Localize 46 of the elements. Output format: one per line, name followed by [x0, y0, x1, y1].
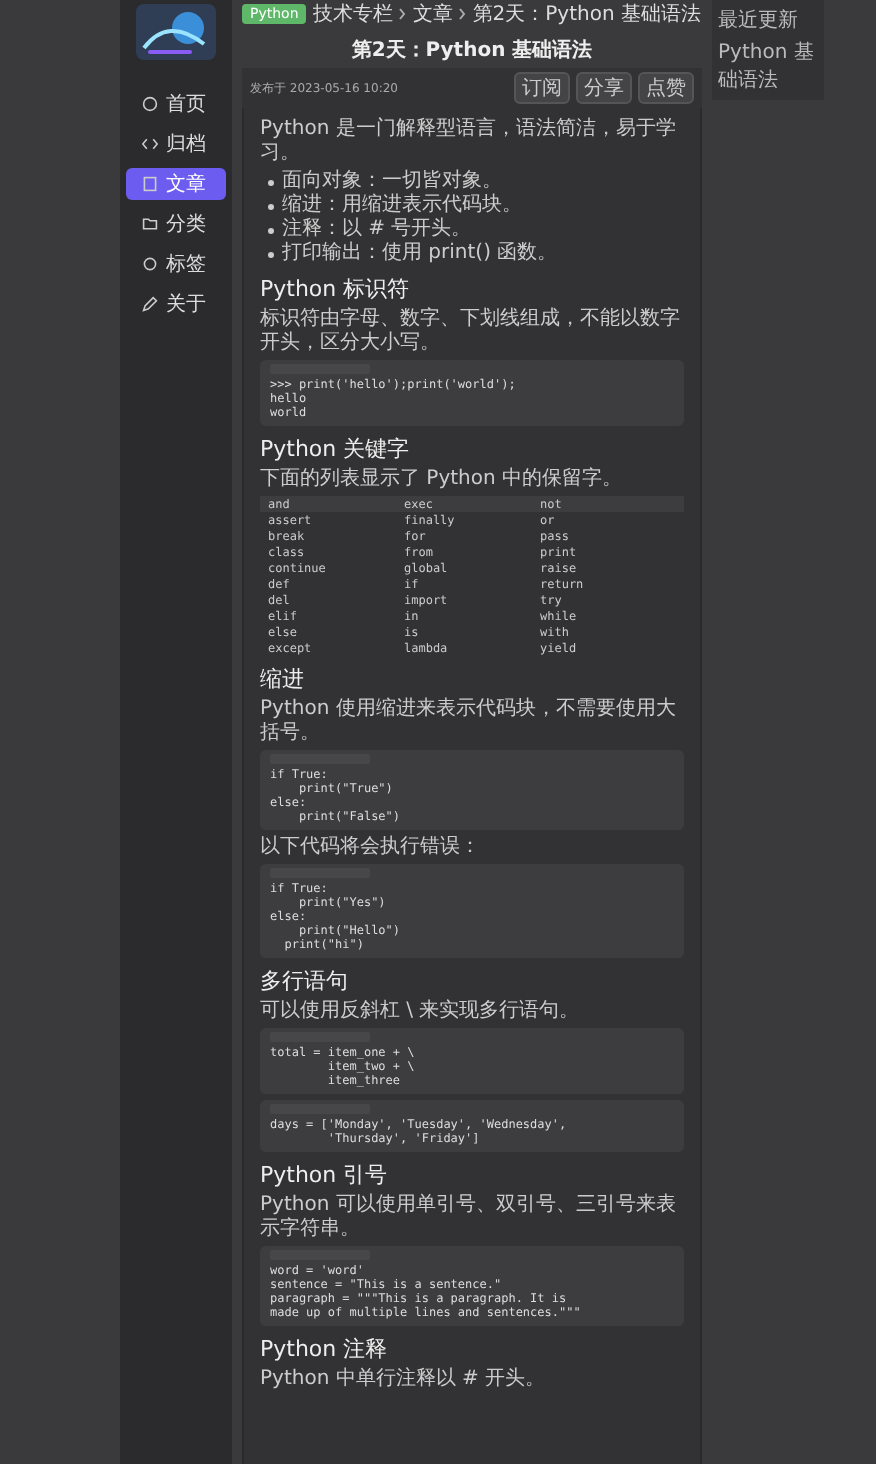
paragraph: 以下代码将会执行错误： — [260, 836, 482, 860]
section-heading: Python 标识符 — [260, 274, 412, 304]
nav-item[interactable]: 首页 — [126, 88, 226, 120]
action-button[interactable]: 点赞 — [638, 72, 694, 104]
bullet-icon — [268, 179, 274, 185]
logo-icon — [136, 4, 216, 60]
separator-icon — [398, 8, 407, 20]
list-item: 缩进：用缩进表示代码块。 — [282, 194, 522, 217]
nav-item[interactable]: 关于 — [126, 288, 226, 320]
nav-icon — [142, 216, 158, 232]
section-heading: Python 关键字 — [260, 434, 412, 464]
paragraph: Python 可以使用单引号、双引号、三引号来表示字符串。 — [260, 1194, 678, 1242]
section-heading: 缩进 — [260, 664, 306, 694]
list-item: 注释：以 # 号开头。 — [282, 218, 472, 241]
paragraph: 下面的列表显示了 Python 中的保留字。 — [260, 468, 625, 492]
breadcrumb-link[interactable]: 第2天：Python 基础语法 — [472, 0, 701, 28]
nav-icon — [142, 296, 158, 312]
section-heading: 多行语句 — [260, 966, 350, 996]
list-item: 面向对象：一切皆对象。 — [282, 170, 502, 193]
bullet-icon — [268, 203, 274, 209]
nav-item[interactable]: 归档 — [126, 128, 226, 160]
nav-item[interactable]: 标签 — [126, 248, 226, 280]
action-button[interactable]: 订阅 — [514, 72, 570, 104]
paragraph: Python 使用缩进来表示代码块，不需要使用大括号。 — [260, 698, 678, 746]
paragraph: Python 是一门解释型语言，语法简洁，易于学习。 — [260, 118, 678, 166]
section-heading: Python 引号 — [260, 1160, 390, 1190]
nav-icon — [142, 176, 158, 192]
breadcrumb-link[interactable]: 技术专栏 — [312, 0, 393, 28]
nav-icon — [142, 256, 158, 272]
separator-icon — [458, 8, 467, 20]
section-heading: Python 注释 — [260, 1334, 390, 1364]
paragraph: 标识符由字母、数字、下划线组成，不能以数字开头，区分大小写。 — [260, 308, 682, 356]
panel-text: Python 基础语法 — [718, 39, 816, 94]
nav-item[interactable]: 分类 — [126, 208, 226, 240]
nav-item[interactable]: 文章 — [126, 168, 226, 200]
panel-text: 最近更新 — [718, 7, 800, 34]
list-item: 打印输出：使用 print() 函数。 — [282, 242, 558, 266]
nav-icon — [142, 96, 158, 112]
bullet-icon — [268, 227, 274, 233]
paragraph: 可以使用反斜杠 \ 来实现多行语句。 — [260, 1000, 582, 1024]
paragraph: Python 中单行注释以 # 开头。 — [260, 1368, 548, 1392]
bullet-icon — [268, 251, 274, 257]
action-button[interactable]: 分享 — [576, 72, 632, 104]
article-title: 第2天：Python 基础语法 — [349, 37, 595, 64]
breadcrumb-link[interactable]: 文章 — [412, 0, 453, 28]
nav-icon — [142, 136, 158, 152]
